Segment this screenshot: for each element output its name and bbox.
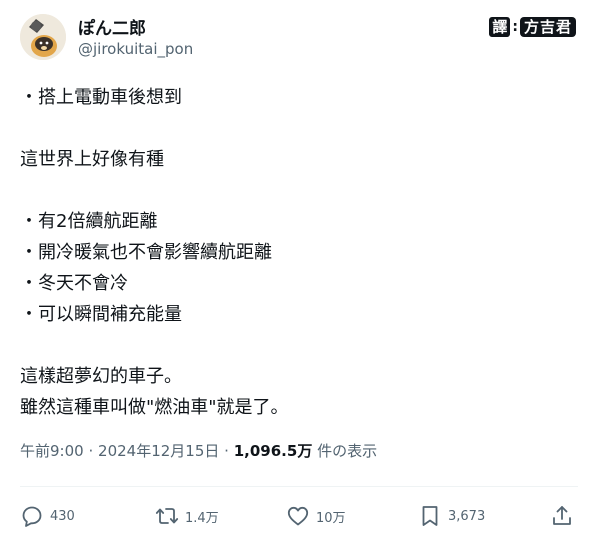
tweet-line: ・可以瞬間補充能量 — [20, 304, 182, 325]
tweet-line: 這世界上好像有種 — [20, 149, 164, 170]
tweet-line: ・有2倍續航距離 — [20, 211, 158, 232]
retweet-icon — [155, 508, 179, 524]
meta-separator: · — [224, 442, 229, 460]
divider — [20, 486, 578, 487]
bookmark-icon — [422, 506, 438, 526]
avatar[interactable] — [20, 14, 66, 60]
translator-watermark: 譯 : 方吉君 — [489, 17, 576, 37]
like-button[interactable]: 10万 — [286, 500, 346, 532]
tweet-line: 這樣超夢幻的車子。 — [20, 366, 182, 387]
meta-separator: · — [88, 442, 94, 460]
like-count: 10万 — [316, 510, 346, 526]
tweet-meta: 午前9:00 · 2024年12月15日 · 1,096.5万 件の表示 — [20, 440, 377, 461]
like-icon — [287, 506, 309, 526]
watermark-left: 譯 — [489, 17, 511, 37]
author-handle[interactable]: @jirokuitai_pon — [78, 40, 193, 58]
view-count: 1,096.5万 — [233, 442, 313, 460]
tweet-time[interactable]: 午前9:00 — [20, 442, 84, 460]
share-icon — [553, 506, 571, 525]
watermark-right: 方吉君 — [519, 17, 576, 37]
reply-icon — [22, 506, 42, 527]
tweet-line: ・冬天不會冷 — [20, 273, 128, 294]
tweet-line: 雖然這種車叫做"燃油車"就是了。 — [20, 397, 289, 418]
retweet-count: 1.4万 — [185, 510, 219, 526]
action-bar: 430 1.4万 10万 3,673 — [20, 500, 578, 532]
view-count-label: 件の表示 — [317, 442, 378, 460]
author-display-name[interactable]: ぽん二郎 — [78, 14, 146, 39]
retweet-button[interactable]: 1.4万 — [155, 500, 219, 532]
tweet-line: ・開冷暖氣也不會影響續航距離 — [20, 242, 272, 263]
share-button[interactable] — [550, 500, 574, 532]
tweet-line: ・搭上電動車後想到 — [20, 87, 182, 108]
tweet-text: ・搭上電動車後想到 這世界上好像有種 ・有2倍續航距離 ・開冷暖氣也不會影響續航… — [20, 82, 580, 423]
bookmark-button[interactable]: 3,673 — [418, 500, 485, 532]
reply-button[interactable]: 430 — [20, 500, 75, 532]
bookmark-count: 3,673 — [448, 508, 486, 524]
reply-count: 430 — [50, 508, 75, 524]
tweet-date[interactable]: 2024年12月15日 — [98, 442, 219, 460]
watermark-separator: : — [512, 19, 518, 35]
